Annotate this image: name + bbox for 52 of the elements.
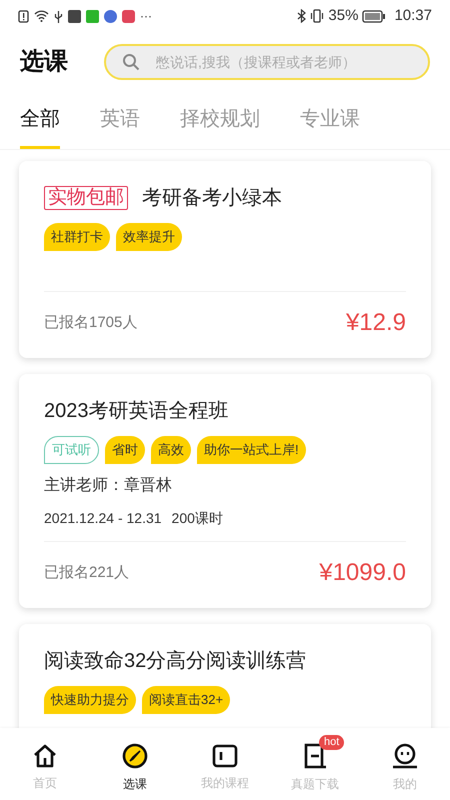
usb-icon <box>54 10 63 22</box>
nav-tab[interactable]: hot 真题下载 <box>275 735 355 793</box>
search-icon <box>122 53 140 71</box>
shipping-badge: 实物包邮 <box>44 186 128 210</box>
price-text: ¥12.9 <box>346 308 406 338</box>
feature-tag: 高效 <box>151 436 191 464</box>
clock-time: 10:37 <box>394 6 432 26</box>
nav-tab[interactable]: 我的课程 <box>185 736 265 792</box>
feature-tag: 助你一站式上岸! <box>197 436 306 464</box>
app-icon <box>68 10 81 22</box>
feature-tag: 阅读直击32+ <box>142 686 230 714</box>
bluetooth-icon <box>297 9 306 23</box>
app-icon <box>86 10 99 22</box>
more-notifications: ··· <box>140 8 152 25</box>
course-title: 2023考研英语全程班 <box>44 399 228 424</box>
feature-tag: 省时 <box>105 436 145 464</box>
course-title: 阅读致命32分高分阅读训练营 <box>44 649 306 674</box>
battery-percent: 35% <box>328 6 358 26</box>
course-icon <box>212 744 238 768</box>
category-tab[interactable]: 专业课 <box>300 92 360 149</box>
feature-tag: 快速助力提分 <box>44 686 136 714</box>
vibrate-icon <box>310 9 324 23</box>
app-icon <box>122 10 135 22</box>
app-icon <box>104 10 117 22</box>
category-tab[interactable]: 择校规划 <box>180 92 260 149</box>
price-text: ¥1099.0 <box>319 558 406 588</box>
profile-icon <box>391 743 419 769</box>
teacher-text: 主讲老师：章晋林 <box>44 476 173 496</box>
nav-tab[interactable]: 我的 <box>365 735 445 793</box>
wifi-icon <box>34 10 49 22</box>
notification-icon <box>18 10 29 22</box>
category-tab[interactable]: 全部 <box>20 92 60 149</box>
feature-tag: 效率提升 <box>116 223 182 251</box>
page-title: 选课 <box>20 47 68 77</box>
feature-tag: 社群打卡 <box>44 223 110 251</box>
enrolled-count: 已报名1705人 <box>44 312 138 333</box>
nav-tab[interactable]: 选课 <box>95 735 175 793</box>
hours-text: 200课时 <box>172 509 223 528</box>
trial-tag: 可试听 <box>44 436 99 464</box>
enrolled-count: 已报名221人 <box>44 562 130 583</box>
home-icon <box>32 744 58 768</box>
course-title: 考研备考小绿本 <box>142 186 282 211</box>
nav-tab[interactable]: 首页 <box>5 736 85 792</box>
course-card[interactable]: 阅读致命32分高分阅读训练营 快速助力提分 阅读直击32+ <box>19 624 431 728</box>
category-tab[interactable]: 英语 <box>100 92 140 149</box>
course-card[interactable]: 实物包邮 考研备考小绿本 社群打卡 效率提升 已报名1705人 ¥12.9 <box>19 161 431 358</box>
battery-icon <box>362 10 386 22</box>
schedule-text: 2021.12.24 - 12.31 <box>44 509 162 528</box>
course-card[interactable]: 2023考研英语全程班 可试听 省时 高效 助你一站式上岸! 主讲老师：章晋林 2021.12.24 - 12.31 200课时 已报名221人 ¥1099.0 <box>19 374 431 608</box>
compass-icon <box>122 743 148 769</box>
hot-badge: hot <box>319 735 344 750</box>
search-field[interactable]: 憋说话,搜我（搜课程或者老师） <box>104 44 430 80</box>
